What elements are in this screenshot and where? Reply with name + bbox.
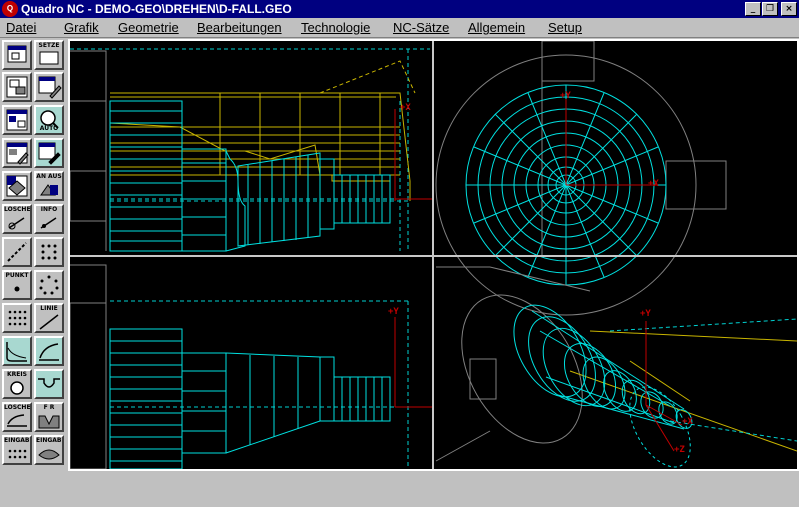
bottom-right-axis-y-label: +Y xyxy=(640,309,651,319)
eingabe-points-button[interactable]: EINGABE xyxy=(2,435,32,465)
view-multi-button[interactable] xyxy=(2,105,32,135)
menu-bar: Datei Grafik Geometrie Bearbeitungen Tec… xyxy=(0,18,799,38)
groove-button[interactable] xyxy=(34,369,64,399)
circle-icon xyxy=(10,381,24,395)
menu-nc-saetze[interactable]: NC-Sätze xyxy=(393,20,449,35)
layer-diamond-icon xyxy=(6,175,28,197)
cad-viewport[interactable]: +X +Y +X +Y +Y +X +Z xyxy=(68,39,799,471)
layer-button[interactable] xyxy=(2,171,32,201)
view-edit-button[interactable] xyxy=(34,72,64,102)
menu-bearbeitungen[interactable]: Bearbeitungen xyxy=(197,20,282,35)
view-pen-button[interactable] xyxy=(34,138,64,168)
menu-technologie[interactable]: Technologie xyxy=(301,20,370,35)
tile-windows-icon xyxy=(6,109,28,131)
bottom-left-axis-y-label: +Y xyxy=(388,307,399,317)
contour-line-icon xyxy=(39,343,59,361)
view-divider-horizontal xyxy=(70,255,797,257)
auto-label: AUTO xyxy=(39,125,59,132)
window-title: Quadro NC - DEMO-GEO\DREHEN\D-FALL.GEO xyxy=(21,2,292,16)
menu-grafik[interactable]: Grafik xyxy=(64,20,99,35)
contour-button[interactable] xyxy=(2,336,32,366)
line-icon xyxy=(39,314,59,330)
point-icon xyxy=(14,286,20,292)
point-circle-icon xyxy=(39,275,59,295)
zoom-auto-button[interactable]: AUTO xyxy=(34,105,64,135)
window-pen-icon xyxy=(38,142,61,165)
loeschen-contour-button[interactable]: LÖSCHEN xyxy=(2,402,32,432)
menu-allgemein[interactable]: Allgemein xyxy=(468,20,525,35)
top-left-axis-x-label: +X xyxy=(400,103,411,113)
contour-icon xyxy=(6,342,27,362)
view-bottom-left[interactable] xyxy=(70,264,432,469)
title-bar: Q Quadro NC - DEMO-GEO\DREHEN\D-FALL.GEO… xyxy=(0,0,799,18)
top-right-axis-y-label: +Y xyxy=(560,91,571,101)
input-points-icon xyxy=(8,449,27,459)
tool-palette: SETZE AUTO AN AUS LÖSCHEN INFO xyxy=(0,39,68,469)
punkt-button[interactable]: PUNKT xyxy=(2,270,32,300)
setze-button[interactable]: SETZE xyxy=(34,40,64,70)
menu-geometrie[interactable]: Geometrie xyxy=(118,20,179,35)
menu-setup[interactable]: Setup xyxy=(548,20,582,35)
chamfer-radius-icon xyxy=(38,415,60,429)
contour-line-button[interactable] xyxy=(34,336,64,366)
window-icon xyxy=(7,45,27,63)
point-circle-button[interactable] xyxy=(34,270,64,300)
bottom-right-axis-x-label: +X xyxy=(682,417,693,427)
frame-icon xyxy=(39,51,59,65)
view-single-button[interactable] xyxy=(2,40,32,70)
view-bottom-right[interactable] xyxy=(435,266,797,469)
linie-button[interactable]: LINIE xyxy=(34,303,64,333)
view-top-right[interactable] xyxy=(435,41,727,316)
window-pencil-icon xyxy=(38,76,62,99)
app-icon[interactable]: Q xyxy=(2,1,18,17)
restore-button[interactable]: ❐ xyxy=(762,2,778,16)
point-grid-button[interactable] xyxy=(34,237,64,267)
bottom-right-axis-z-label: +Z xyxy=(674,445,685,455)
toggle-icon xyxy=(40,184,58,196)
dotted-line-icon xyxy=(7,242,27,262)
view-split-button[interactable] xyxy=(2,72,32,102)
minimize-button[interactable]: _ xyxy=(745,2,761,16)
split-window-icon xyxy=(6,76,28,98)
erase-contour-icon xyxy=(7,414,27,427)
fase-radius-button[interactable]: F R xyxy=(34,402,64,432)
info-button[interactable]: INFO xyxy=(34,204,64,234)
layout-icon xyxy=(6,142,29,165)
erase-line-icon xyxy=(8,217,25,230)
loeschen-button[interactable]: LÖSCHEN xyxy=(2,204,32,234)
eingabe-shape-button[interactable]: EINGABE xyxy=(34,435,64,465)
an-aus-button[interactable]: AN AUS xyxy=(34,171,64,201)
input-shape-icon xyxy=(38,449,60,460)
view-top-left[interactable] xyxy=(70,48,432,252)
close-button[interactable]: × xyxy=(781,2,797,16)
point-matrix-button[interactable] xyxy=(2,303,32,333)
top-right-axis-x-label: +X xyxy=(648,179,659,189)
view-layout-button[interactable] xyxy=(2,138,32,168)
line-points-button[interactable] xyxy=(2,237,32,267)
point-matrix-icon xyxy=(8,310,27,326)
groove-icon xyxy=(38,378,60,388)
kreis-button[interactable]: KREIS xyxy=(2,369,32,399)
point-grid-icon xyxy=(41,244,57,260)
status-bar xyxy=(0,471,799,507)
info-line-icon xyxy=(40,217,57,229)
menu-datei[interactable]: Datei xyxy=(6,20,36,35)
